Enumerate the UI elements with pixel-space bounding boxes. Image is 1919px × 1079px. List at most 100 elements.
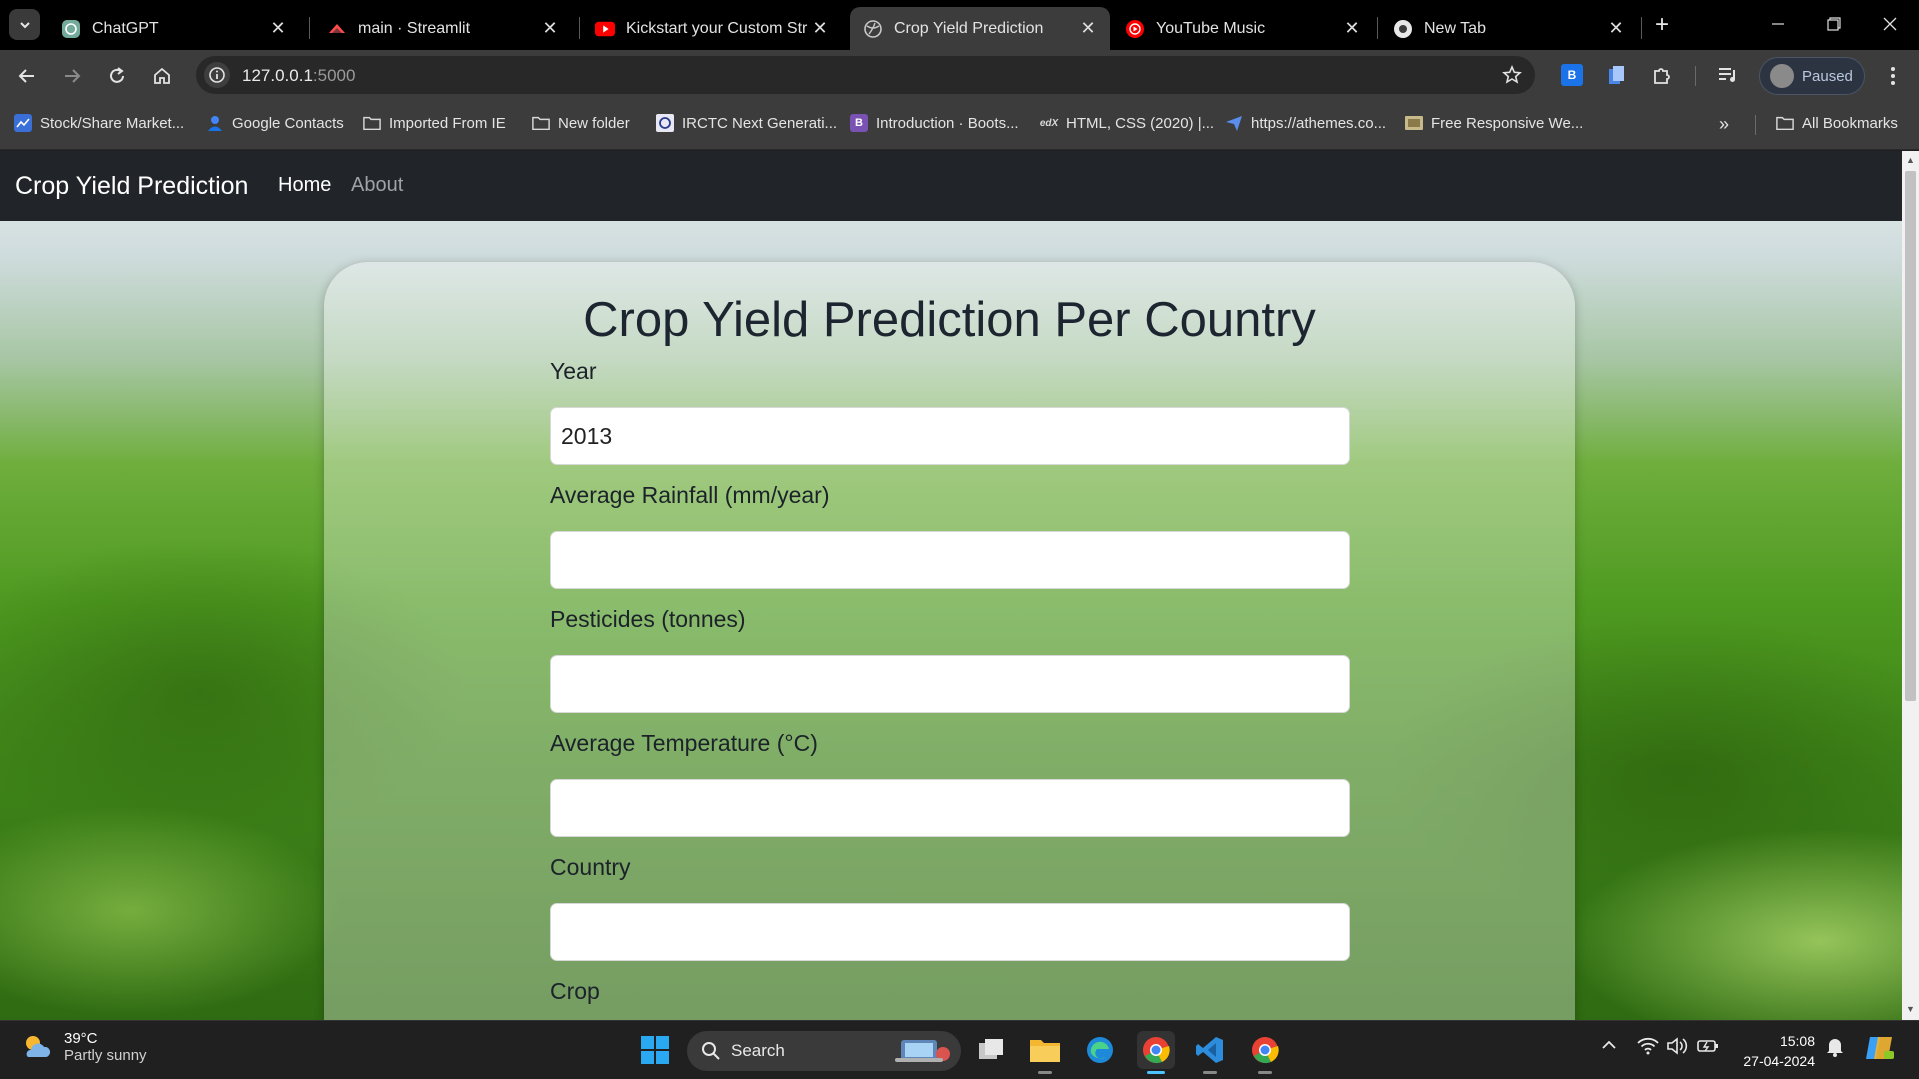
chatgpt-icon — [61, 19, 81, 39]
bookmark-edx[interactable]: edX HTML, CSS (2020) |... — [1040, 114, 1214, 132]
scroll-up-arrow-icon[interactable]: ▲ — [1905, 155, 1916, 166]
profile-button[interactable]: Paused — [1759, 57, 1865, 95]
task-view-icon — [979, 1039, 1003, 1059]
home-button[interactable] — [146, 60, 178, 92]
all-bookmarks-button[interactable]: All Bookmarks — [1776, 114, 1898, 132]
avatar — [1770, 64, 1794, 88]
globe-icon — [863, 19, 883, 39]
restore-button[interactable] — [1814, 8, 1854, 40]
bookmark-label: HTML, CSS (2020) |... — [1066, 114, 1215, 132]
tab-search-button[interactable] — [9, 9, 40, 40]
toolbar-divider — [1695, 66, 1696, 86]
temperature-label: Average Temperature (°C) — [550, 730, 818, 756]
close-tab-icon[interactable]: ✕ — [1076, 17, 1100, 41]
system-clock[interactable]: 15:08 27-04-2024 — [1725, 1031, 1815, 1071]
chrome-profile-button[interactable] — [1246, 1031, 1284, 1069]
bookmark-free-responsive[interactable]: Free Responsive We... — [1405, 114, 1583, 132]
chrome-taskbar-button[interactable] — [1137, 1031, 1175, 1069]
page-scrollbar[interactable]: ▲ ▼ — [1902, 151, 1919, 1020]
taskbar-search[interactable]: Search — [687, 1031, 961, 1071]
rainfall-label: Average Rainfall (mm/year) — [550, 482, 830, 508]
year-input[interactable] — [550, 407, 1350, 465]
prediction-form-card: Crop Yield Prediction Per Country Year A… — [324, 262, 1575, 1020]
scroll-down-arrow-icon[interactable]: ▼ — [1905, 1004, 1916, 1015]
temperature-input[interactable] — [550, 779, 1350, 837]
tab-chatgpt[interactable]: ChatGPT ✕ — [48, 7, 300, 50]
template-icon — [1405, 114, 1423, 132]
new-tab-button[interactable]: + — [1648, 11, 1676, 39]
pesticides-input[interactable] — [550, 655, 1350, 713]
country-input[interactable] — [550, 903, 1350, 961]
file-explorer-button[interactable] — [1026, 1031, 1064, 1069]
extension-letter: B — [1567, 68, 1577, 82]
notification-bell-icon[interactable] — [1826, 1037, 1844, 1062]
tab-streamlit[interactable]: main · Streamlit ✕ — [314, 7, 572, 50]
edge-icon — [1087, 1037, 1113, 1063]
close-window-button[interactable] — [1870, 8, 1910, 40]
bookmark-bootstrap[interactable]: B Introduction · Boots... — [850, 114, 1019, 132]
tab-title: main · Streamlit — [358, 19, 471, 37]
close-tab-icon[interactable]: ✕ — [1604, 17, 1628, 41]
tab-youtube-music[interactable]: YouTube Music ✕ — [1112, 7, 1374, 50]
scrollbar-thumb[interactable] — [1905, 171, 1916, 701]
bookmark-stock[interactable]: Stock/Share Market... — [14, 114, 184, 132]
clock-time: 15:08 — [1779, 1033, 1815, 1049]
tab-strip: ChatGPT ✕ main · Streamlit ✕ Kickstart y… — [0, 0, 1919, 50]
country-label: Country — [550, 854, 631, 880]
tab-separator — [309, 17, 310, 39]
close-tab-icon[interactable]: ✕ — [266, 17, 290, 41]
tab-separator — [1641, 17, 1642, 39]
bookmark-label: Google Contacts — [232, 114, 344, 132]
edx-icon: edX — [1039, 117, 1059, 129]
forward-button[interactable] — [56, 60, 88, 92]
wifi-icon[interactable] — [1637, 1037, 1659, 1060]
back-button[interactable] — [11, 60, 43, 92]
nav-home[interactable]: Home — [278, 174, 331, 197]
tab-kickstart[interactable]: Kickstart your Custom Strea ✕ — [582, 7, 842, 50]
extension-b-icon[interactable]: B — [1561, 64, 1583, 86]
docs-extension-icon[interactable] — [1606, 64, 1628, 86]
more-vertical-icon — [1891, 67, 1895, 85]
reload-button[interactable] — [101, 60, 133, 92]
more-bookmarks-button[interactable]: » — [1719, 114, 1729, 135]
close-icon — [1883, 17, 1897, 31]
edge-button[interactable] — [1081, 1031, 1119, 1069]
address-bar[interactable]: 127.0.0.1:5000 — [196, 56, 1535, 94]
bookmark-google-contacts[interactable]: Google Contacts — [206, 114, 344, 132]
nav-about[interactable]: About — [351, 174, 403, 197]
bookmark-label: https://athemes.co... — [1251, 114, 1387, 132]
tab-crop-yield[interactable]: Crop Yield Prediction ✕ — [850, 7, 1110, 50]
battery-icon[interactable] — [1696, 1037, 1720, 1060]
partly-sunny-icon — [26, 1036, 51, 1057]
chrome-menu-button[interactable] — [1877, 60, 1909, 92]
volume-icon[interactable] — [1666, 1037, 1688, 1060]
bookmark-imported-ie[interactable]: Imported From IE — [363, 114, 506, 132]
extensions-puzzle-icon[interactable] — [1651, 64, 1673, 86]
tab-title: Kickstart your Custom Strea — [626, 19, 808, 37]
rainfall-input[interactable] — [550, 531, 1350, 589]
running-indicator — [1258, 1071, 1272, 1074]
close-tab-icon[interactable]: ✕ — [538, 17, 562, 41]
tab-title: ChatGPT — [92, 19, 159, 37]
bookmark-star-button[interactable] — [1501, 64, 1523, 86]
show-hidden-icons-button[interactable] — [1601, 1037, 1617, 1058]
close-tab-icon[interactable]: ✕ — [808, 17, 832, 41]
minimize-button[interactable] — [1758, 8, 1798, 40]
search-icon — [702, 1042, 720, 1060]
site-info-button[interactable] — [204, 62, 230, 88]
site-brand[interactable]: Crop Yield Prediction — [15, 172, 248, 201]
copilot-icon[interactable] — [1864, 1033, 1894, 1068]
start-button[interactable] — [636, 1031, 674, 1069]
back-arrow-icon — [18, 69, 34, 83]
tab-new-tab[interactable]: New Tab ✕ — [1380, 7, 1638, 50]
bookmark-new-folder[interactable]: New folder — [532, 114, 630, 132]
vscode-button[interactable] — [1191, 1031, 1229, 1069]
bookmark-athemes[interactable]: https://athemes.co... — [1225, 114, 1386, 132]
streamlit-icon — [327, 19, 347, 39]
media-control-icon[interactable] — [1717, 64, 1739, 86]
close-tab-icon[interactable]: ✕ — [1340, 17, 1364, 41]
weather-widget[interactable]: 39°C Partly sunny — [20, 1030, 147, 1064]
folder-icon — [1030, 1040, 1060, 1062]
task-view-button[interactable] — [972, 1031, 1010, 1069]
bookmark-irctc[interactable]: IRCTC Next Generati... — [656, 114, 837, 132]
